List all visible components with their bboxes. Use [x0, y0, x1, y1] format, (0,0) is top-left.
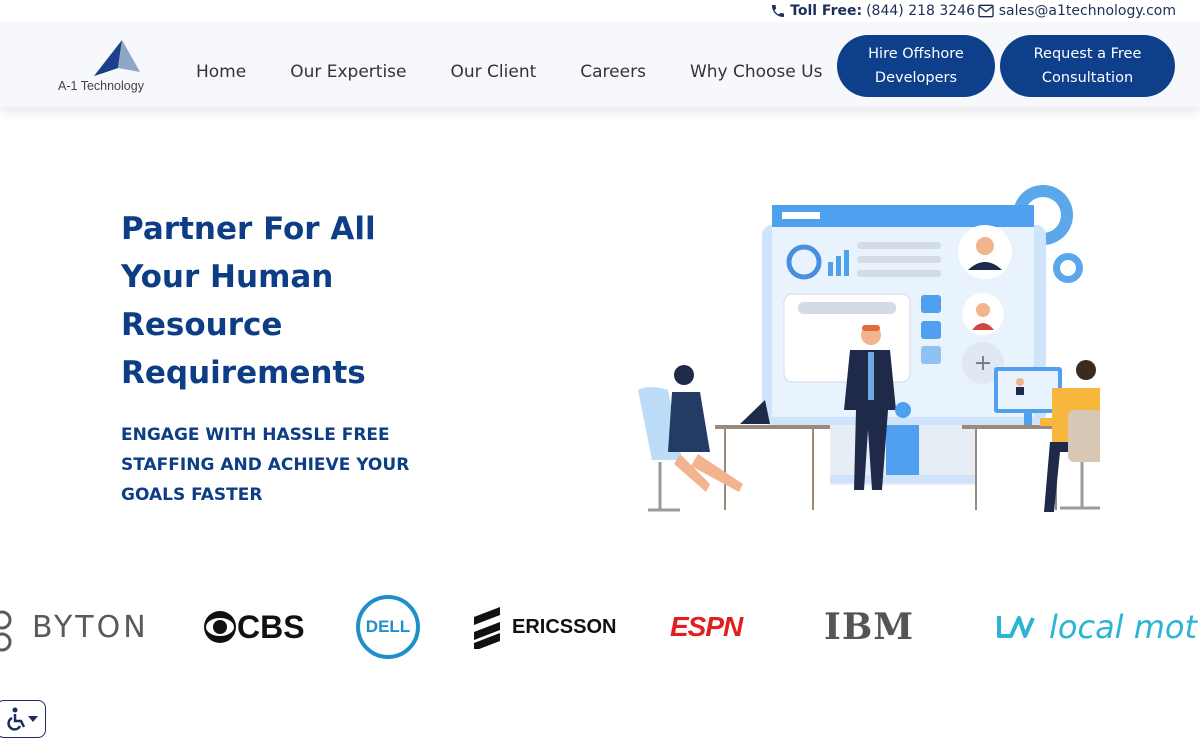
hero-subtitle-line: ENGAGE WITH HASSLE FREE	[121, 425, 390, 445]
client-logo-dell: DELL	[356, 595, 420, 659]
main-nav: Home Our Expertise Our Client Careers Wh…	[196, 62, 866, 82]
hero-subtitle-line: GOALS FASTER	[121, 485, 263, 505]
client-logo-ibm: IBM	[824, 595, 914, 659]
chevron-down-icon	[28, 716, 38, 722]
top-contact-bar: Toll Free: (844) 218 3246 sales@a1techno…	[0, 0, 1200, 22]
dell-text: DELL	[356, 595, 420, 659]
hire-button-line1: Hire Offshore	[868, 46, 964, 62]
cbs-eye-icon	[204, 611, 236, 643]
cbs-text: CBS	[237, 608, 305, 645]
logo-text: A-1 Technology	[58, 79, 144, 93]
request-consultation-button[interactable]: Request a Free Consultation	[1000, 35, 1175, 97]
accessibility-icon	[7, 707, 26, 731]
hero-subtitle-line: STAFFING AND ACHIEVE YOUR	[121, 455, 410, 475]
consultation-button-line1: Request a Free	[1033, 46, 1142, 62]
hero-illustration: +	[638, 185, 1100, 512]
accessibility-toggle[interactable]	[0, 700, 46, 738]
svg-text:+: +	[974, 351, 992, 376]
toll-free-number[interactable]: (844) 218 3246	[866, 3, 975, 19]
byton-mark-icon	[0, 610, 12, 652]
client-logo-cbs: CBS	[203, 595, 305, 659]
nav-our-client[interactable]: Our Client	[451, 62, 537, 82]
hero-title-line: Partner For All	[121, 211, 376, 247]
nav-careers[interactable]: Careers	[580, 62, 646, 82]
logo-mark-icon	[94, 40, 140, 76]
consultation-button-line2: Consultation	[1041, 70, 1134, 86]
espn-text: ESPN	[670, 611, 743, 642]
hero-title-line: Requirements	[121, 355, 366, 391]
email-address[interactable]: sales@a1technology.com	[999, 3, 1176, 19]
client-logo-local-motors: local mot	[993, 595, 1197, 659]
client-logo-espn: ESPN	[670, 595, 743, 659]
site-logo[interactable]: A-1 Technology	[58, 38, 150, 98]
byton-text: BYTON	[32, 609, 149, 645]
hero-title-line: Resource	[121, 307, 283, 343]
nav-home[interactable]: Home	[196, 62, 246, 82]
main-header: A-1 Technology Home Our Expertise Our Cl…	[0, 22, 1200, 107]
ibm-text: IBM	[824, 606, 915, 648]
ericsson-text: ERICSSON	[512, 615, 617, 638]
hire-offshore-developers-button[interactable]: Hire Offshore Developers	[837, 35, 995, 97]
mail-icon	[978, 4, 994, 18]
nav-our-expertise[interactable]: Our Expertise	[290, 62, 406, 82]
hire-button-line2: Developers	[874, 70, 958, 86]
toll-free-label: Toll Free:	[790, 3, 863, 19]
email-contact[interactable]: sales@a1technology.com	[978, 3, 1176, 19]
client-logos-carousel: BYTON CBS DELL ERICSSON ESPN IBM local m…	[0, 595, 1200, 665]
phone-icon	[772, 5, 785, 17]
hero-title-line: Your Human	[121, 259, 334, 295]
client-logo-byton: BYTON	[0, 595, 149, 659]
hero-subtitle: ENGAGE WITH HASSLE FREE STAFFING AND ACH…	[121, 420, 421, 510]
local-motors-mark-icon	[997, 616, 1035, 638]
nav-why-choose-us[interactable]: Why Choose Us	[690, 62, 823, 82]
client-logo-ericsson: ERICSSON	[470, 595, 616, 659]
hero-title: Partner For All Your Human Resource Requ…	[121, 205, 451, 397]
toll-free-contact[interactable]: Toll Free: (844) 218 3246	[770, 3, 975, 19]
ericsson-mark-icon	[474, 607, 500, 649]
local-motors-text: local mot	[1049, 608, 1198, 646]
